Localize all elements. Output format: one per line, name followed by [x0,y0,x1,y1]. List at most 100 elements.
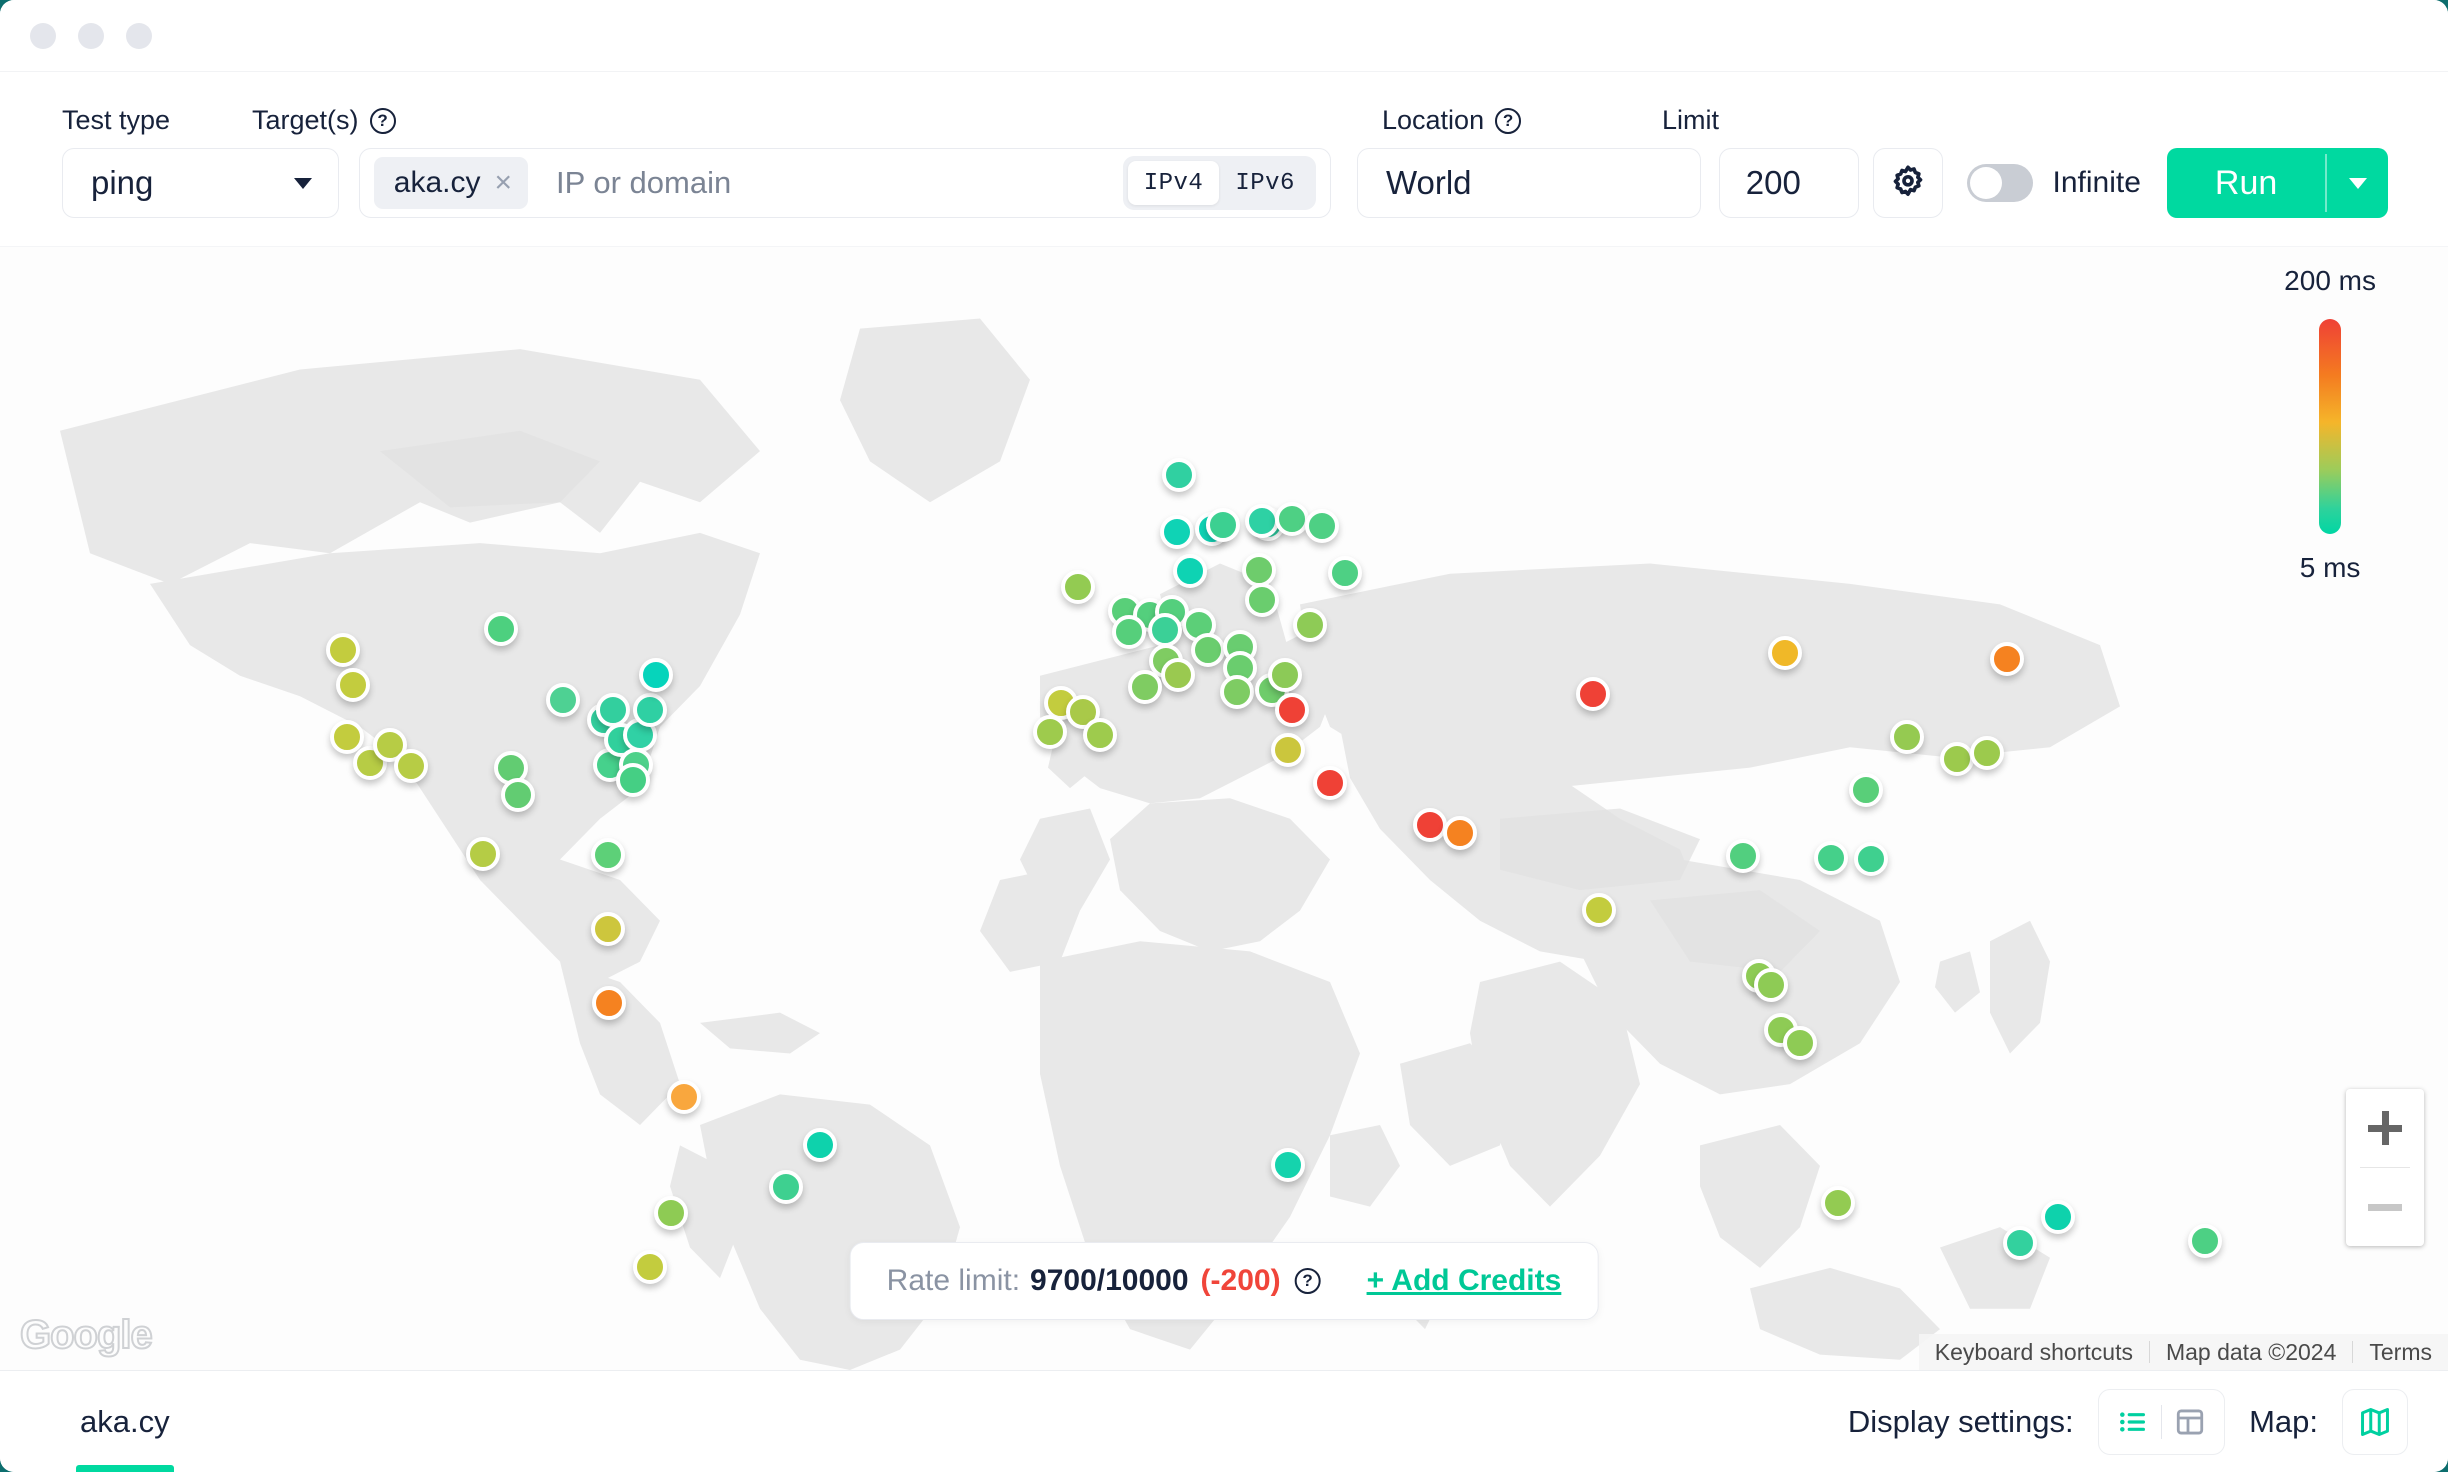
limit-input[interactable]: 200 [1719,148,1860,218]
world-map[interactable]: 200 ms 5 ms Google Keyboard shortcuts Ma… [0,246,2448,1370]
probe-marker[interactable] [639,658,673,692]
probe-marker[interactable] [1206,508,1240,542]
probe-marker[interactable] [1849,773,1883,807]
zoom-out-button[interactable] [2346,1168,2424,1246]
location-help-icon[interactable]: ? [1495,108,1521,134]
probe-marker[interactable] [591,912,625,946]
target-input-placeholder[interactable]: IP or domain [534,165,731,201]
probe-marker[interactable] [1271,1148,1305,1182]
probe-marker[interactable] [484,612,518,646]
terms-link[interactable]: Terms [2353,1339,2448,1366]
zoom-in-button[interactable] [2346,1089,2424,1167]
probe-marker[interactable] [2041,1200,2075,1234]
probe-marker[interactable] [616,763,650,797]
probe-marker[interactable] [1148,613,1182,647]
limit-label: Limit [1662,105,1719,136]
ip-version-toggle[interactable]: IPv4 IPv6 [1123,156,1316,210]
probe-marker[interactable] [1271,733,1305,767]
probe-marker[interactable] [1754,968,1788,1002]
probe-marker[interactable] [1162,458,1196,492]
probe-marker[interactable] [654,1196,688,1230]
ipv6-option[interactable]: IPv6 [1219,161,1311,205]
location-label-text: Location [1382,105,1484,136]
probe-marker[interactable] [1854,842,1888,876]
chevron-down-icon [2349,178,2367,189]
probe-marker[interactable] [1726,839,1760,873]
test-type-select[interactable]: ping [62,148,339,218]
probe-marker[interactable] [591,838,625,872]
location-input[interactable]: World [1357,148,1701,218]
probe-marker[interactable] [1890,720,1924,754]
probe-marker[interactable] [1191,633,1225,667]
probe-marker[interactable] [803,1128,837,1162]
run-options-button[interactable] [2327,148,2388,218]
probe-marker[interactable] [2003,1226,2037,1260]
probe-marker[interactable] [1245,504,1279,538]
probe-marker[interactable] [1443,816,1477,850]
probe-marker[interactable] [1245,583,1279,617]
probe-marker[interactable] [1160,515,1194,549]
probe-marker[interactable] [466,837,500,871]
settings-button[interactable] [1873,148,1942,218]
probe-marker[interactable] [1814,841,1848,875]
probe-marker[interactable] [1128,670,1162,704]
ipv4-option[interactable]: IPv4 [1128,161,1220,205]
probe-marker[interactable] [633,1250,667,1284]
probe-marker[interactable] [546,683,580,717]
probe-marker[interactable] [336,668,370,702]
rate-limit-help-icon[interactable]: ? [1295,1268,1321,1294]
add-credits-link[interactable]: + Add Credits [1367,1264,1562,1298]
probe-marker[interactable] [2188,1224,2222,1258]
probe-marker[interactable] [1061,570,1095,604]
target-chip[interactable]: aka.cy × [374,157,528,209]
probe-marker[interactable] [1275,693,1309,727]
probe-marker[interactable] [1173,554,1207,588]
probe-marker[interactable] [1940,742,1974,776]
legend-gradient-bar [2319,319,2341,534]
probe-marker[interactable] [1083,718,1117,752]
rate-limit-delta: (-200) [1201,1264,1281,1298]
probe-marker[interactable] [1821,1186,1855,1220]
probe-marker[interactable] [1328,556,1362,590]
result-tab-aka-cy[interactable]: aka.cy [64,1371,186,1472]
probe-marker[interactable] [1783,1026,1817,1060]
list-view-button[interactable] [2105,1395,2161,1449]
google-logo: Google [20,1313,152,1358]
probe-marker[interactable] [394,749,428,783]
location-label: Location ? [1382,105,1521,136]
probe-marker[interactable] [1293,608,1327,642]
probe-marker[interactable] [1112,615,1146,649]
probe-marker[interactable] [1242,553,1276,587]
maximize-window-button[interactable] [126,23,152,49]
minimize-window-button[interactable] [78,23,104,49]
run-button[interactable]: Run [2167,148,2325,218]
probe-marker[interactable] [596,693,630,727]
keyboard-shortcuts-link[interactable]: Keyboard shortcuts [1919,1339,2149,1366]
targets-help-icon[interactable]: ? [370,108,396,134]
probe-marker[interactable] [667,1080,701,1114]
probe-marker[interactable] [1582,893,1616,927]
probe-marker[interactable] [1275,502,1309,536]
table-view-button[interactable] [2162,1395,2218,1449]
probe-marker[interactable] [769,1170,803,1204]
probe-marker[interactable] [1970,736,2004,770]
probe-marker[interactable] [1990,642,2024,676]
probe-marker[interactable] [1161,658,1195,692]
probe-marker[interactable] [1313,766,1347,800]
probe-marker[interactable] [1305,509,1339,543]
close-window-button[interactable] [30,23,56,49]
probe-marker[interactable] [1576,677,1610,711]
infinite-toggle[interactable] [1967,164,2033,202]
probe-marker[interactable] [1268,658,1302,692]
targets-input-group[interactable]: aka.cy × IP or domain IPv4 IPv6 [359,148,1331,218]
probe-marker[interactable] [633,693,667,727]
probe-marker[interactable] [1413,808,1447,842]
target-chip-remove-icon[interactable]: × [494,168,512,198]
probe-marker[interactable] [1220,675,1254,709]
probe-marker[interactable] [592,986,626,1020]
probe-marker[interactable] [501,778,535,812]
probe-marker[interactable] [326,633,360,667]
probe-marker[interactable] [1033,715,1067,749]
probe-marker[interactable] [1768,636,1802,670]
map-view-button[interactable] [2342,1389,2408,1455]
